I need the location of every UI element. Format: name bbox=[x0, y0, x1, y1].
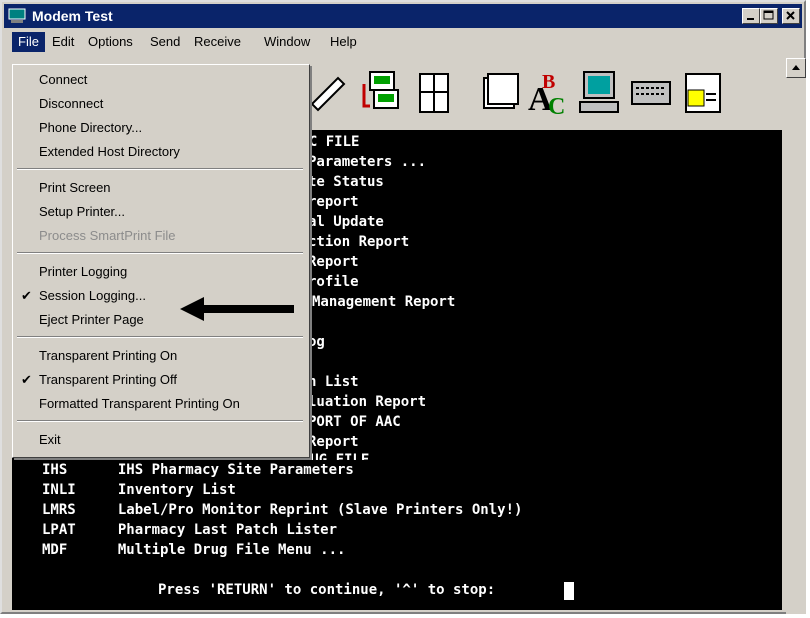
terminal-line: report bbox=[308, 194, 359, 210]
scroll-up-button[interactable] bbox=[786, 58, 806, 78]
menu-item-label: Phone Directory... bbox=[39, 120, 143, 135]
menu-item-setup-printer[interactable]: Setup Printer... bbox=[15, 201, 305, 223]
menu-help[interactable]: Help bbox=[324, 32, 363, 52]
menu-file[interactable]: File bbox=[12, 32, 45, 52]
toolbar-layout-button[interactable] bbox=[410, 64, 456, 122]
menu-separator bbox=[17, 168, 303, 170]
terminal-line: al Update bbox=[308, 214, 384, 230]
app-icon bbox=[8, 8, 26, 23]
menu-item-connect[interactable]: Connect bbox=[15, 69, 305, 91]
title-bar[interactable]: Modem Test bbox=[4, 4, 802, 28]
terminal-line: te Status bbox=[308, 174, 384, 190]
menu-item-label: Extended Host Directory bbox=[39, 144, 180, 159]
terminal-line: rofile bbox=[308, 274, 359, 290]
file-menu-dropdown: Connect Disconnect Phone Directory... Ex… bbox=[12, 64, 310, 458]
checkmark-icon: ✔ bbox=[21, 288, 32, 303]
terminal-line: n List bbox=[308, 374, 359, 390]
menu-item-label: Connect bbox=[39, 72, 88, 87]
menu-send[interactable]: Send bbox=[144, 32, 186, 52]
close-button[interactable] bbox=[782, 8, 800, 24]
toolbar-documents-button[interactable] bbox=[478, 64, 524, 122]
app-window: Modem Test File Edit Options Send Receiv… bbox=[0, 0, 806, 614]
terminal-cursor bbox=[564, 582, 574, 600]
menu-item-label: Print Screen bbox=[39, 180, 111, 195]
terminal-line: Report bbox=[308, 434, 359, 450]
terminal-line: PORT OF AAC bbox=[308, 414, 401, 430]
toolbar-draw-button[interactable] bbox=[308, 64, 354, 122]
menu-item-label: Eject Printer Page bbox=[39, 312, 144, 327]
menu-item-disconnect[interactable]: Disconnect bbox=[15, 93, 305, 115]
menu-item-label: Disconnect bbox=[39, 96, 104, 111]
terminal-line: LPAT Pharmacy Last Patch Lister bbox=[42, 522, 338, 538]
window-title: Modem Test bbox=[32, 8, 113, 24]
menu-window[interactable]: Window bbox=[258, 32, 316, 52]
maximize-icon bbox=[763, 10, 774, 20]
close-icon bbox=[786, 11, 795, 20]
terminal-line: ction Report bbox=[308, 234, 410, 250]
minimize-button[interactable] bbox=[742, 8, 760, 24]
menu-item-label: Setup Printer... bbox=[39, 204, 125, 219]
toolbar-keyboard-button[interactable] bbox=[628, 64, 674, 122]
menu-item-transparent-printing-on[interactable]: Transparent Printing On bbox=[15, 345, 305, 367]
menu-item-label: Session Logging... bbox=[39, 288, 146, 303]
menu-item-label: Transparent Printing On bbox=[39, 348, 178, 363]
terminal-line: IHS IHS Pharmacy Site Parameters bbox=[42, 462, 354, 478]
terminal-prompt: Press 'RETURN' to continue, '^' to stop: bbox=[158, 582, 496, 598]
toolbar-font-button[interactable]: A C B bbox=[524, 64, 570, 122]
menu-separator bbox=[17, 420, 303, 422]
terminal-line: INLI Inventory List bbox=[42, 482, 236, 498]
menu-item-print-screen[interactable]: Print Screen bbox=[15, 177, 305, 199]
menu-options[interactable]: Options bbox=[82, 32, 139, 52]
terminal-line: MDF Multiple Drug File Menu ... bbox=[42, 542, 346, 558]
menu-item-label: Printer Logging bbox=[39, 264, 128, 279]
menu-item-label: Formatted Transparent Printing On bbox=[39, 396, 240, 411]
terminal-line: Parameters ... bbox=[308, 154, 427, 170]
menu-item-printer-logging[interactable]: Printer Logging bbox=[15, 261, 305, 283]
menu-item-transparent-printing-off[interactable]: ✔ Transparent Printing Off bbox=[15, 369, 305, 391]
toolbar-computer-button[interactable] bbox=[576, 64, 622, 122]
terminal-line: og bbox=[308, 334, 325, 350]
vertical-scrollbar[interactable] bbox=[786, 58, 806, 614]
annotation-arrow-icon bbox=[180, 297, 294, 321]
minimize-icon bbox=[747, 18, 754, 20]
menu-receive[interactable]: Receive bbox=[188, 32, 247, 52]
menu-item-phone-directory[interactable]: Phone Directory... bbox=[15, 117, 305, 139]
menu-item-exit[interactable]: Exit bbox=[15, 429, 305, 451]
menu-item-formatted-transparent-printing-on[interactable]: Formatted Transparent Printing On bbox=[15, 393, 305, 415]
arrow-up-icon bbox=[792, 65, 800, 70]
menu-bar: File Edit Options Send Receive Window He… bbox=[4, 30, 802, 54]
terminal-line: LMRS Label/Pro Monitor Reprint (Slave Pr… bbox=[42, 502, 523, 518]
menu-separator bbox=[17, 252, 303, 254]
menu-edit[interactable]: Edit bbox=[46, 32, 80, 52]
menu-item-label: Process SmartPrint File bbox=[39, 228, 176, 243]
menu-item-extended-host-directory[interactable]: Extended Host Directory bbox=[15, 141, 305, 163]
maximize-button[interactable] bbox=[760, 8, 778, 24]
svg-text:B: B bbox=[542, 71, 555, 93]
checkmark-icon: ✔ bbox=[21, 372, 32, 387]
toolbar-edit-button[interactable] bbox=[680, 64, 726, 122]
menu-item-process-smartprint-file: Process SmartPrint File bbox=[15, 225, 305, 247]
menu-item-label: Exit bbox=[39, 432, 61, 447]
menu-separator bbox=[17, 336, 303, 338]
toolbar-transfer-button[interactable] bbox=[360, 64, 406, 122]
terminal-line: Management Report bbox=[312, 294, 456, 310]
terminal-line: Report bbox=[308, 254, 359, 270]
terminal-line: luation Report bbox=[308, 394, 427, 410]
svg-text:C: C bbox=[548, 94, 565, 120]
menu-item-label: Transparent Printing Off bbox=[39, 372, 178, 387]
